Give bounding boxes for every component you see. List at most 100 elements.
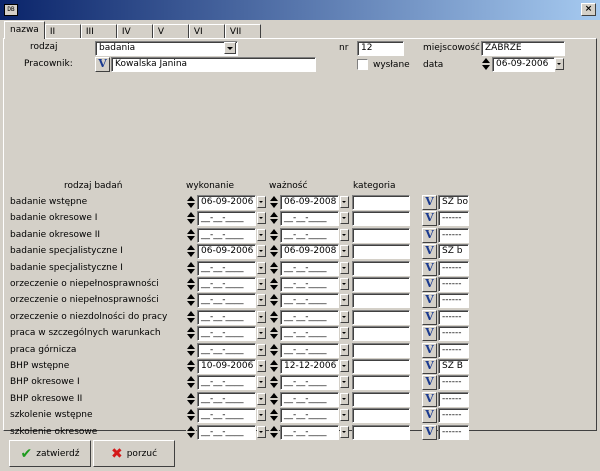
wykonanie-spinner[interactable] <box>186 326 196 340</box>
rodzaj-select[interactable]: badania <box>95 41 238 56</box>
waznosc-dropdown[interactable] <box>340 344 349 356</box>
kategoria-field[interactable] <box>352 277 410 292</box>
wykonanie-field[interactable]: __-__-____ <box>197 326 256 341</box>
pracownik-field[interactable]: Kowalska Janina <box>111 57 316 72</box>
nr-field[interactable]: 12 <box>357 41 404 56</box>
code-select-button[interactable]: V <box>422 326 437 341</box>
wykonanie-dropdown[interactable] <box>257 245 266 257</box>
kategoria-field[interactable] <box>352 326 410 341</box>
wykonanie-field[interactable]: __-__-____ <box>197 343 256 358</box>
waznosc-dropdown[interactable] <box>340 229 349 241</box>
data-field[interactable]: 06-09-2006 <box>492 57 555 72</box>
wykonanie-dropdown[interactable] <box>257 262 266 274</box>
kategoria-field[interactable] <box>352 244 410 259</box>
waznosc-spinner[interactable] <box>269 392 279 406</box>
wykonanie-field[interactable]: __-__-____ <box>197 261 256 276</box>
waznosc-spinner[interactable] <box>269 293 279 307</box>
wykonanie-dropdown[interactable] <box>257 212 266 224</box>
waznosc-field[interactable]: __-__-____ <box>280 277 339 292</box>
wykonanie-field[interactable]: 06-09-2006 <box>197 244 256 259</box>
wykonanie-spinner[interactable] <box>186 228 196 242</box>
waznosc-field[interactable]: __-__-____ <box>280 425 339 440</box>
code-select-button[interactable]: V <box>422 392 437 407</box>
tab-4[interactable]: IV <box>116 24 153 39</box>
waznosc-dropdown[interactable] <box>340 278 349 290</box>
waznosc-field[interactable]: __-__-____ <box>280 261 339 276</box>
waznosc-dropdown[interactable] <box>340 426 349 438</box>
wykonanie-dropdown[interactable] <box>257 344 266 356</box>
kategoria-field[interactable] <box>352 343 410 358</box>
waznosc-spinner[interactable] <box>269 244 279 258</box>
kategoria-field[interactable] <box>352 359 410 374</box>
wykonanie-spinner[interactable] <box>186 425 196 439</box>
waznosc-field[interactable]: __-__-____ <box>280 211 339 226</box>
code-field[interactable]: ------ <box>438 408 469 423</box>
waznosc-field[interactable]: __-__-____ <box>280 228 339 243</box>
waznosc-dropdown[interactable] <box>340 393 349 405</box>
wykonanie-spinner[interactable] <box>186 211 196 225</box>
wykonanie-dropdown[interactable] <box>257 294 266 306</box>
waznosc-dropdown[interactable] <box>340 360 349 372</box>
waznosc-field[interactable]: __-__-____ <box>280 392 339 407</box>
cancel-button[interactable]: ✖ porzuć <box>93 440 175 467</box>
wykonanie-field[interactable]: __-__-____ <box>197 310 256 325</box>
kategoria-field[interactable] <box>352 195 410 210</box>
code-select-button[interactable]: V <box>422 195 437 210</box>
code-field[interactable]: ------ <box>438 326 469 341</box>
wykonanie-spinner[interactable] <box>186 195 196 209</box>
wykonanie-dropdown[interactable] <box>257 409 266 421</box>
waznosc-spinner[interactable] <box>269 228 279 242</box>
code-field[interactable]: ------ <box>438 261 469 276</box>
wykonanie-field[interactable]: __-__-____ <box>197 228 256 243</box>
code-field[interactable]: ------ <box>438 425 469 440</box>
waznosc-spinner[interactable] <box>269 326 279 340</box>
code-select-button[interactable]: V <box>422 261 437 276</box>
waznosc-spinner[interactable] <box>269 277 279 291</box>
code-field[interactable]: ------ <box>438 343 469 358</box>
waznosc-field[interactable]: __-__-____ <box>280 343 339 358</box>
waznosc-dropdown[interactable] <box>340 196 349 208</box>
wyslane-checkbox[interactable] <box>357 59 368 70</box>
kategoria-field[interactable] <box>352 408 410 423</box>
wykonanie-field[interactable]: __-__-____ <box>197 293 256 308</box>
tab-1[interactable]: nazwa <box>4 21 45 39</box>
code-select-button[interactable]: V <box>422 343 437 358</box>
wykonanie-dropdown[interactable] <box>257 229 266 241</box>
wykonanie-spinner[interactable] <box>186 244 196 258</box>
wykonanie-field[interactable]: __-__-____ <box>197 211 256 226</box>
waznosc-dropdown[interactable] <box>340 262 349 274</box>
data-dropdown-button[interactable] <box>555 58 564 70</box>
waznosc-field[interactable]: __-__-____ <box>280 293 339 308</box>
data-spinner[interactable] <box>481 57 491 71</box>
code-field[interactable]: ------ <box>438 392 469 407</box>
code-field[interactable]: ------ <box>438 211 469 226</box>
wykonanie-spinner[interactable] <box>186 293 196 307</box>
code-select-button[interactable]: V <box>422 408 437 423</box>
wykonanie-spinner[interactable] <box>186 359 196 373</box>
code-field[interactable]: SZ bo <box>438 195 469 210</box>
waznosc-field[interactable]: __-__-____ <box>280 408 339 423</box>
waznosc-spinner[interactable] <box>269 343 279 357</box>
wykonanie-spinner[interactable] <box>186 343 196 357</box>
waznosc-dropdown[interactable] <box>340 311 349 323</box>
code-field[interactable]: SZ B <box>438 359 469 374</box>
waznosc-field[interactable]: __-__-____ <box>280 310 339 325</box>
waznosc-field[interactable]: 06-09-2008 <box>280 244 339 259</box>
wykonanie-spinner[interactable] <box>186 408 196 422</box>
waznosc-spinner[interactable] <box>269 375 279 389</box>
code-field[interactable]: ------ <box>438 277 469 292</box>
waznosc-dropdown[interactable] <box>340 409 349 421</box>
code-field[interactable]: SZ b <box>438 244 469 259</box>
kategoria-field[interactable] <box>352 375 410 390</box>
kategoria-field[interactable] <box>352 310 410 325</box>
waznosc-spinner[interactable] <box>269 211 279 225</box>
wykonanie-dropdown[interactable] <box>257 278 266 290</box>
wykonanie-field[interactable]: 06-09-2006 <box>197 195 256 210</box>
wykonanie-field[interactable]: __-__-____ <box>197 408 256 423</box>
tab-3[interactable]: III <box>80 24 117 39</box>
wykonanie-dropdown[interactable] <box>257 426 266 438</box>
code-select-button[interactable]: V <box>422 425 437 440</box>
code-field[interactable]: ------ <box>438 293 469 308</box>
wykonanie-dropdown[interactable] <box>257 196 266 208</box>
waznosc-field[interactable]: 06-09-2008 <box>280 195 339 210</box>
